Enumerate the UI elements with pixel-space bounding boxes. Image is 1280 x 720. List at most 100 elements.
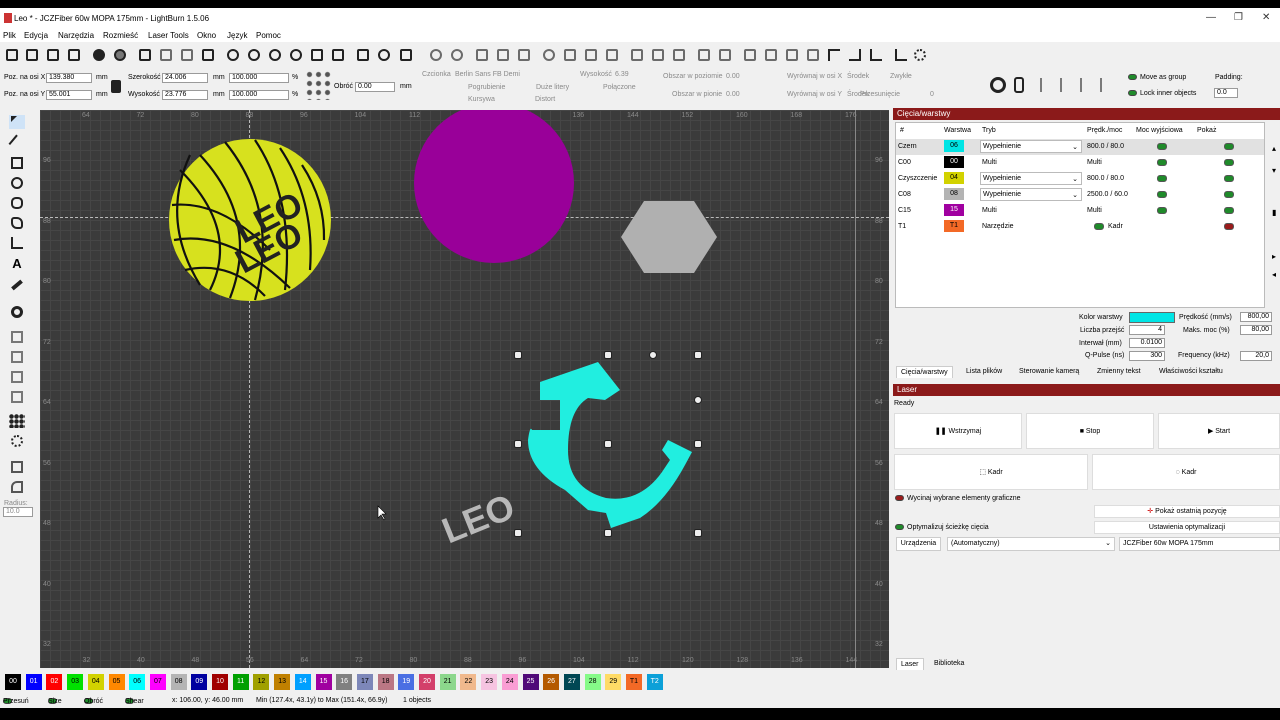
settings-gear-icon[interactable]: [376, 47, 392, 63]
cut-icon[interactable]: [137, 47, 153, 63]
palette-swatch-10[interactable]: 10: [212, 674, 228, 690]
leo-text-shape[interactable]: LEO: [436, 486, 520, 552]
output-toggle[interactable]: [1157, 207, 1167, 214]
font-height-input[interactable]: 6.39: [615, 71, 629, 78]
palette-swatch-07[interactable]: 07: [149, 674, 166, 690]
stop-button[interactable]: ■ Stop: [1026, 413, 1154, 449]
minimize-icon[interactable]: —: [1206, 12, 1216, 23]
handle-ml[interactable]: [514, 440, 522, 448]
dock-h-icon[interactable]: [784, 47, 800, 63]
purple-circle-shape[interactable]: [414, 110, 574, 263]
output-toggle[interactable]: [1157, 175, 1167, 182]
polygon-star-icon[interactable]: [9, 216, 25, 230]
delete-icon[interactable]: [200, 47, 216, 63]
ungroup-icon[interactable]: [449, 47, 465, 63]
layer-row[interactable]: C15 15 Multi Multi: [896, 203, 1264, 219]
show-toggle[interactable]: [1224, 143, 1234, 150]
handle-tr[interactable]: [694, 351, 702, 359]
right-arrow-icon[interactable]: ▸: [1272, 252, 1276, 261]
trash-icon[interactable]: ▮: [1272, 208, 1276, 217]
palette-swatch-03[interactable]: 03: [67, 674, 84, 690]
move-group-checkbox[interactable]: Move as group: [1128, 74, 1186, 81]
cut-selected-checkbox[interactable]: Wycinaj wybrane elementy graficzne: [895, 495, 1021, 502]
menu-arrange[interactable]: Rozmieść: [103, 31, 138, 40]
monitor-icon[interactable]: [355, 47, 371, 63]
tab-shape-properties[interactable]: Właściwości kształtu: [1155, 366, 1227, 377]
pan-icon[interactable]: [225, 47, 241, 63]
corner-br-icon[interactable]: [847, 47, 863, 63]
polygon-icon[interactable]: [9, 196, 25, 210]
optimization-settings-button[interactable]: Ustawienia optymalizacji: [1094, 521, 1280, 534]
height-pct-input[interactable]: 100.000: [229, 90, 289, 100]
handle-mr[interactable]: [694, 440, 702, 448]
zoom-frame-icon[interactable]: [309, 47, 325, 63]
palette-swatch-16[interactable]: 16: [336, 674, 353, 690]
frame-rect-button[interactable]: ⬚ Kadr: [894, 454, 1088, 490]
circular-array-icon[interactable]: [9, 434, 25, 448]
align-right-icon[interactable]: [604, 47, 620, 63]
palette-swatch-09[interactable]: 09: [191, 674, 208, 690]
design-canvas[interactable]: 6472808896104112120128136144152160168176…: [40, 110, 889, 668]
welded-checkbox[interactable]: Połączone: [603, 84, 636, 91]
ruler-icon[interactable]: [9, 277, 25, 291]
palette-swatch-23[interactable]: 23: [481, 674, 498, 690]
tab-camera-control[interactable]: Sterowanie kamerą: [1015, 366, 1083, 377]
show-toggle[interactable]: [1224, 175, 1234, 182]
handle-bl[interactable]: [514, 529, 522, 537]
show-last-position-button[interactable]: ✛ Pokaż ostatnią pozycję: [1094, 505, 1280, 518]
handle-rotate-top[interactable]: [649, 351, 657, 359]
boolean-icon[interactable]: [9, 370, 25, 384]
max-power-input[interactable]: 80,00: [1240, 325, 1272, 335]
left-arrow-icon[interactable]: ◂: [1272, 270, 1276, 279]
space-v-icon[interactable]: [763, 47, 779, 63]
layer-swatch[interactable]: 06: [944, 140, 964, 152]
show-toggle[interactable]: [1224, 159, 1234, 166]
yarn-ball-shape[interactable]: LEO LEO: [169, 139, 331, 301]
speed-input[interactable]: 800,00: [1240, 312, 1272, 322]
undo-icon[interactable]: [91, 47, 107, 63]
tab-cuts-layers[interactable]: Cięcia/warstwy: [896, 366, 953, 378]
height-input[interactable]: 23.776: [162, 90, 208, 100]
handle-br[interactable]: [694, 529, 702, 537]
redo-icon[interactable]: [112, 47, 128, 63]
qpulse-input[interactable]: 300: [1129, 351, 1165, 361]
open-folder-icon[interactable]: [24, 47, 40, 63]
palette-swatch-04[interactable]: 04: [87, 674, 104, 690]
palette-swatch-05[interactable]: 05: [108, 674, 125, 690]
menu-file[interactable]: Plik: [3, 31, 16, 40]
optimize-path-checkbox[interactable]: Optymalizuj ścieżkę cięcia: [895, 524, 989, 531]
font-select[interactable]: Berlin Sans FB Demi: [455, 71, 520, 78]
padding-input[interactable]: 0.0: [1214, 88, 1238, 98]
palette-swatch-T1[interactable]: T1: [626, 674, 642, 690]
layer-swatch[interactable]: 15: [944, 204, 964, 216]
paste-icon[interactable]: [179, 47, 195, 63]
tab-laser[interactable]: Laser: [896, 658, 924, 670]
palette-swatch-17[interactable]: 17: [356, 674, 373, 690]
output-toggle[interactable]: [1157, 143, 1167, 150]
distribute-h-icon[interactable]: [696, 47, 712, 63]
database-icon[interactable]: [1014, 77, 1024, 93]
text-style-select[interactable]: Zwykłe: [890, 73, 912, 80]
flip-horizontal-icon[interactable]: [474, 47, 490, 63]
mode-select[interactable]: Wypełnienie ⌄: [980, 188, 1082, 201]
layer-row[interactable]: C00 00 Multi Multi: [896, 155, 1264, 171]
palette-swatch-08[interactable]: 08: [170, 674, 187, 690]
layer-color-swatch[interactable]: [1129, 312, 1175, 323]
palette-swatch-22[interactable]: 22: [460, 674, 477, 690]
frame-circle-button[interactable]: ◌ Kadr: [1092, 454, 1280, 490]
corner-tl-icon[interactable]: [826, 47, 842, 63]
palette-swatch-11[interactable]: 11: [232, 674, 249, 690]
group-icon[interactable]: [428, 47, 444, 63]
cursor-edit-icon[interactable]: [9, 236, 25, 250]
output-toggle[interactable]: [1157, 191, 1167, 198]
zoom-fit-icon[interactable]: [288, 47, 304, 63]
palette-swatch-28[interactable]: 28: [584, 674, 601, 690]
port-select[interactable]: (Automatyczny) ⌄: [947, 537, 1115, 551]
layer-row[interactable]: C08 08 Wypełnienie ⌄ 2500.0 / 60.0: [896, 187, 1264, 203]
frequency-input[interactable]: 20,0: [1240, 351, 1272, 361]
flip-vertical-icon[interactable]: [495, 47, 511, 63]
maximize-icon[interactable]: ❐: [1234, 12, 1243, 23]
palette-swatch-15[interactable]: 15: [315, 674, 332, 690]
align-bottom-icon[interactable]: [671, 47, 687, 63]
align-center-icon[interactable]: [583, 47, 599, 63]
